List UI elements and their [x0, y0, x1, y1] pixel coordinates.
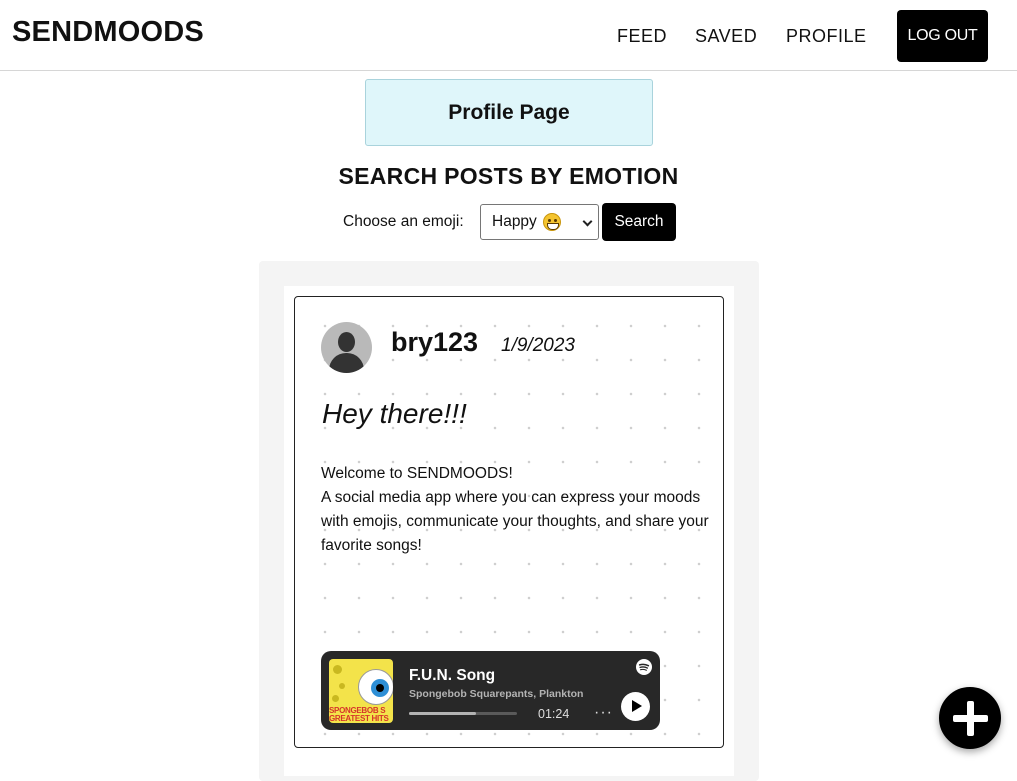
nav-profile-link[interactable]: PROFILE	[786, 26, 867, 47]
profile-page-banner: Profile Page	[365, 79, 653, 146]
brand-logo[interactable]: SENDMOODS	[12, 16, 204, 49]
avatar[interactable]	[321, 322, 372, 373]
cover-eye	[358, 669, 393, 705]
search-section-title: SEARCH POSTS BY EMOTION	[338, 163, 679, 189]
user-silhouette-icon	[338, 332, 355, 352]
cover-pore	[339, 683, 345, 689]
post-body: Welcome to SENDMOODS! A social media app…	[321, 462, 711, 558]
grinning-face-icon	[542, 213, 561, 231]
top-nav-bar: SENDMOODS FEED SAVED PROFILE LOG OUT	[0, 0, 1017, 71]
chevron-down-icon	[582, 216, 593, 227]
search-button[interactable]: Search	[602, 203, 676, 241]
nav-saved-link[interactable]: SAVED	[695, 26, 757, 47]
emoji-select-label: Choose an emoji:	[343, 213, 464, 230]
more-options-icon[interactable]: ···	[594, 704, 613, 722]
cover-iris	[371, 679, 389, 697]
logout-button[interactable]: LOG OUT	[897, 10, 988, 62]
track-artist[interactable]: Spongebob Squarepants, Plankton	[409, 688, 583, 700]
progress-bar[interactable]	[409, 712, 517, 715]
album-cover: SPONGEBOB S GREATEST HITS	[329, 659, 393, 723]
emoji-select[interactable]: Happy	[480, 204, 599, 240]
track-name[interactable]: F.U.N. Song	[409, 667, 495, 685]
nav-feed-link[interactable]: FEED	[617, 26, 667, 47]
add-post-button[interactable]	[939, 687, 1001, 749]
user-silhouette-body	[329, 353, 364, 373]
emoji-select-value: Happy	[492, 213, 537, 230]
play-button[interactable]	[621, 692, 650, 721]
track-time: 01:24	[538, 707, 570, 721]
cover-pupil	[376, 684, 384, 692]
post-username[interactable]: bry123	[391, 327, 478, 358]
cover-title-text: SPONGEBOB S GREATEST HITS	[329, 707, 393, 723]
post-card: bry123 1/9/2023 Hey there!!! Welcome to …	[294, 296, 724, 748]
post-title: Hey there!!!	[322, 398, 467, 429]
progress-fill	[409, 712, 476, 715]
cover-pore	[333, 665, 342, 674]
spotify-embed-player[interactable]: SPONGEBOB S GREATEST HITS F.U.N. Song Sp…	[321, 651, 660, 730]
post-body-line: A social media app where you can express…	[321, 489, 709, 554]
search-form: Choose an emoji: Happy Search	[0, 203, 1017, 241]
cover-title-line: GREATEST HITS	[329, 714, 389, 723]
spotify-icon[interactable]	[636, 659, 652, 675]
post-date: 1/9/2023	[501, 335, 575, 356]
cover-pore	[332, 695, 339, 702]
post-body-line: Welcome to SENDMOODS!	[321, 465, 513, 482]
plus-icon-vertical	[967, 701, 974, 736]
